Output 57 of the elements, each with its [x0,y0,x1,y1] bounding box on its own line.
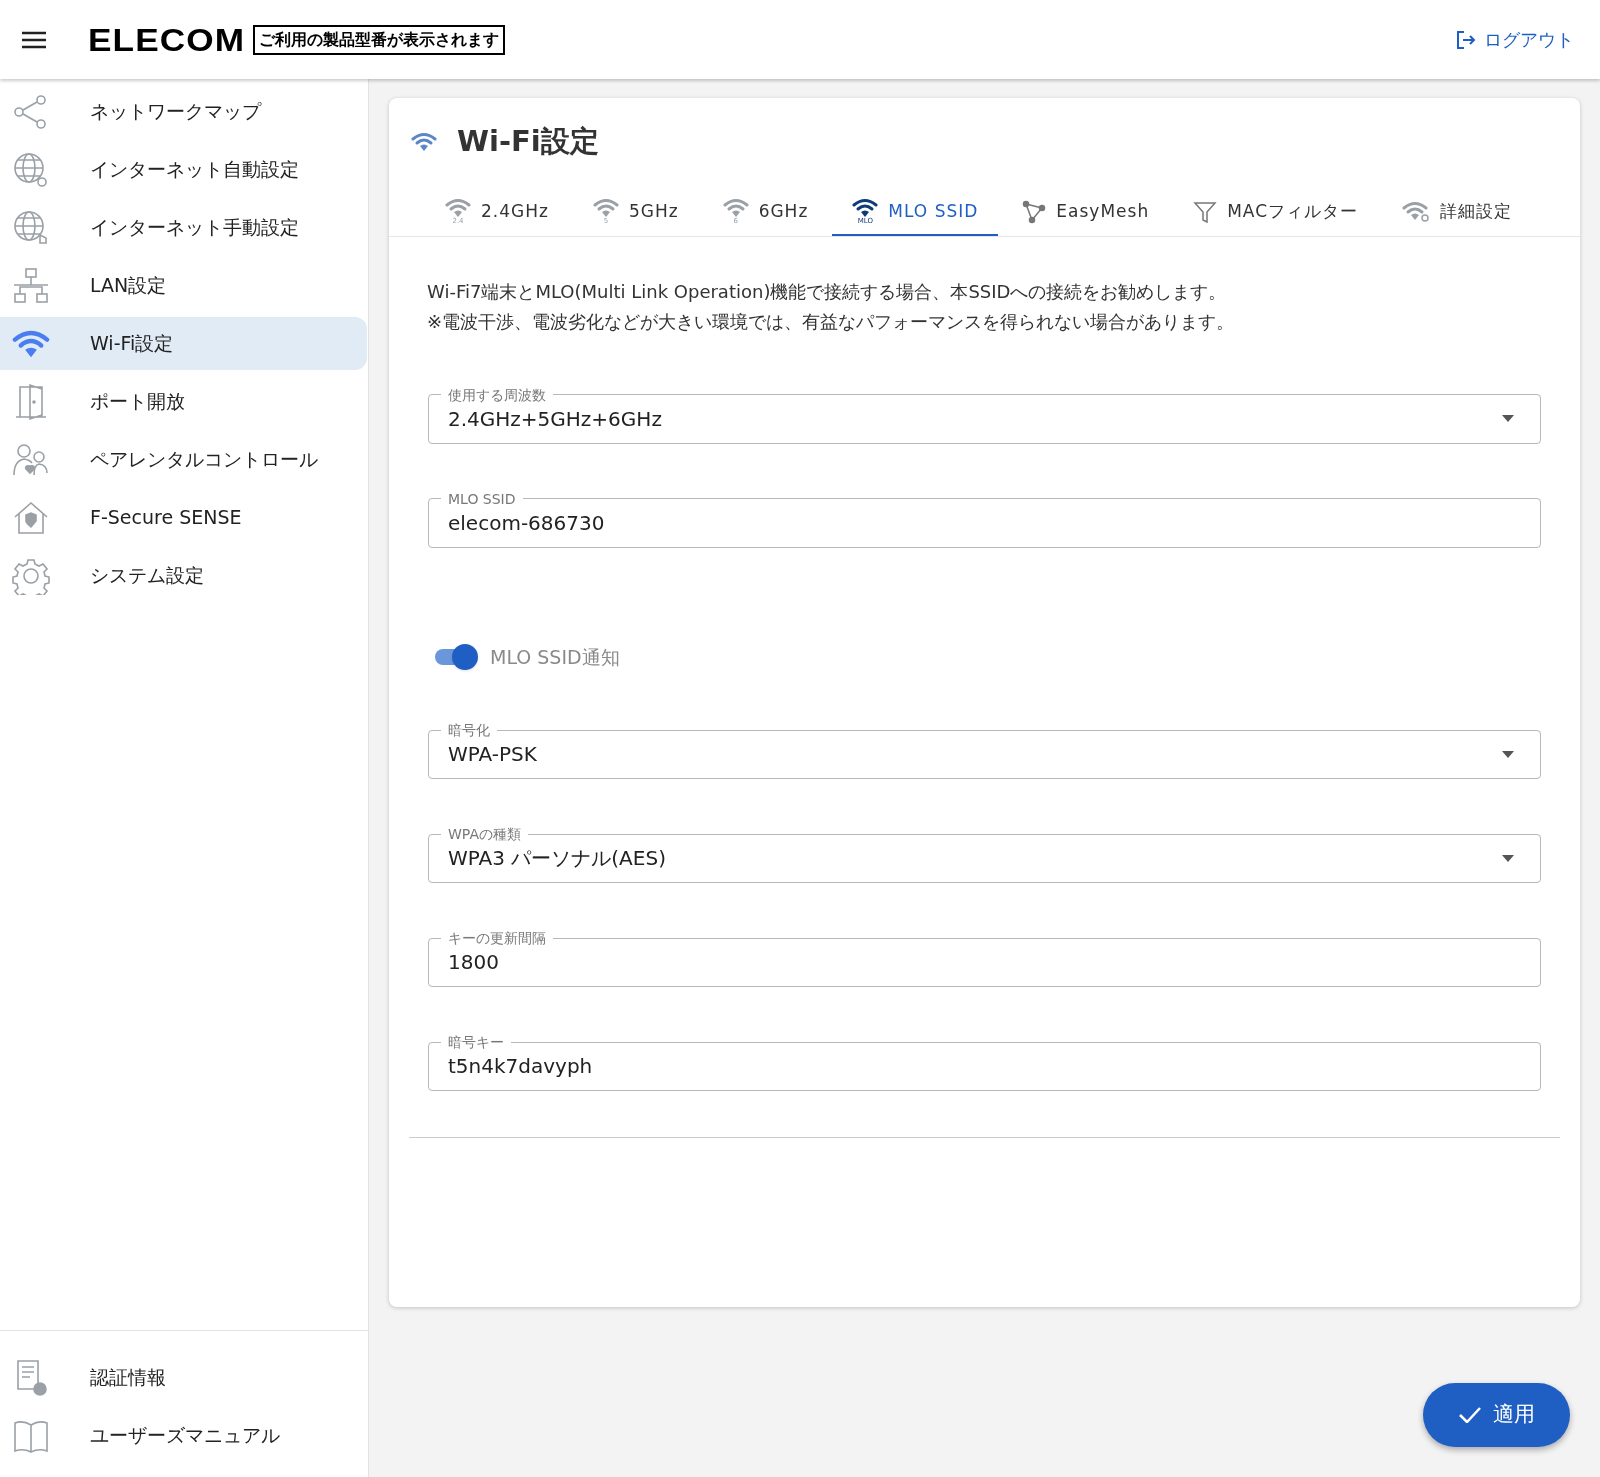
tab[interactable]: 詳細設定 [1382,189,1533,236]
field-label: 暗号キー [447,1033,505,1052]
apply-button[interactable]: 適用 [1423,1383,1570,1447]
wifi-icon [592,198,619,218]
input-field[interactable]: キーの更新間隔 1800 [428,928,1541,987]
field-label: 暗号化 [447,721,491,740]
sidebar-item[interactable]: F-Secure SENSE [0,491,367,544]
field-label: MLO SSID [447,489,517,509]
wifi-icon [722,198,749,218]
menu-icon[interactable] [22,30,46,49]
sidebar-item[interactable]: システム設定 [0,549,367,602]
filter-icon [1193,199,1218,224]
settings-icon [12,556,50,595]
field-value: WPA3 パーソナル(AES) [448,845,666,872]
globe-icon [12,150,50,189]
dropdown-caret-icon [1502,415,1514,422]
globe-hand-icon [12,208,50,247]
description-text: Wi-Fi7端末とMLO(Multi Link Operation)機能で接続する場合、本SSIDへの接続をお勧めします。 [427,279,1228,304]
select-field[interactable]: 暗号化 WPA-PSK [428,720,1541,779]
model-name-field: ご利用の製品型番が表示されます [252,24,505,55]
check-icon [1458,1407,1481,1423]
wifi-icon [852,198,879,218]
sidebar-item[interactable]: LAN設定 [0,259,367,312]
wifi-icon [12,328,50,359]
dropdown-caret-icon [1502,854,1514,862]
dropdown-caret-icon [1502,750,1514,758]
sidebar-item[interactable]: ネットワークマップ [0,85,367,138]
toggle-label: MLO SSID通知 [490,644,620,670]
field-value: t5n4k7davyph [448,1053,593,1080]
logout-icon [1456,30,1476,49]
sidebar-item[interactable]: インターネット自動設定 [0,143,367,196]
field-label: キーの更新間隔 [447,929,547,948]
field-label: WPAの種類 [447,825,522,844]
network-icon [12,266,50,305]
field-label: 使用する周波数 [447,385,547,405]
sidebar-item[interactable]: Wi-Fi設定 [0,317,367,370]
select-field[interactable]: WPAの種類 WPA3 パーソナル(AES) [428,824,1541,883]
sidebar-item[interactable]: ポート開放 [0,375,367,428]
sidebar-item[interactable]: ユーザーズマニュアル [0,1409,368,1462]
tab[interactable]: MACフィルター [1173,189,1379,236]
description-text: ※電波干渉、電波劣化などが大きい環境では、有益なパフォーマンスを得られない場合があります。 [427,309,1236,334]
input-field[interactable]: 暗号キー t5n4k7davyph [428,1032,1541,1091]
field-value: 1800 [448,949,499,976]
sidebar-item[interactable]: 認証情報 [0,1351,368,1404]
logout-link[interactable]: ログアウト [1456,26,1574,53]
mesh-icon [1022,199,1047,224]
field-value: WPA-PSK [448,741,537,768]
field-value: elecom-686730 [448,509,605,537]
brand-logo: ELECOM [88,20,246,60]
sidebar-item[interactable]: ペアレンタルコントロール [0,433,367,486]
wifi-settings-icon [1402,200,1431,223]
field-value: 2.4GHz+5GHz+6GHz [448,405,662,433]
tab[interactable]: EasyMesh [1002,189,1170,236]
sidebar-item[interactable]: インターネット手動設定 [0,201,367,254]
wifi-icon [411,131,437,152]
wifi-icon [445,198,471,218]
page-title: Wi-Fi設定 [457,123,599,160]
